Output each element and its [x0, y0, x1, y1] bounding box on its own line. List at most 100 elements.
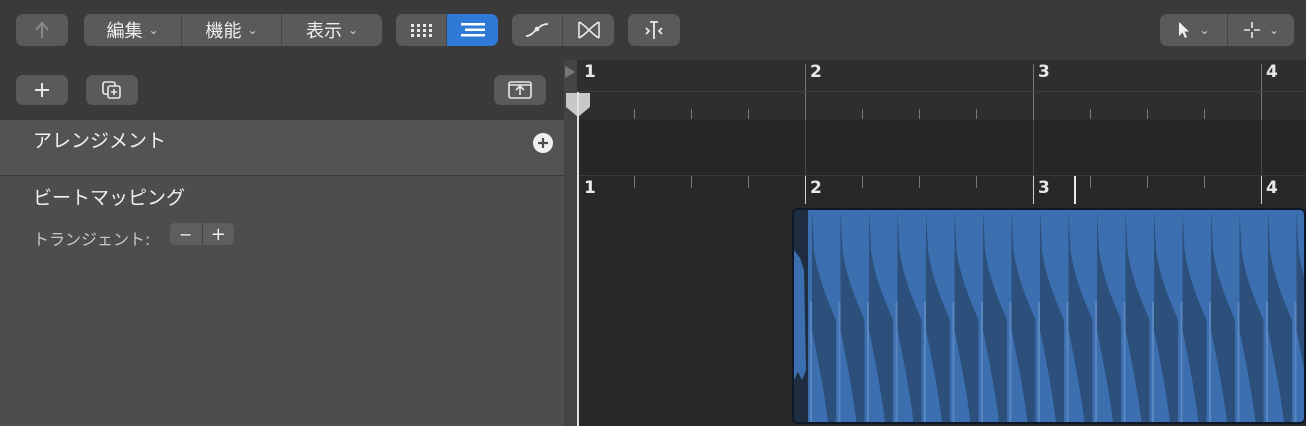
plus-icon	[538, 138, 548, 148]
functions-menu[interactable]: 機能 ⌄	[182, 14, 282, 46]
ruler-tick	[976, 109, 977, 119]
add-arrangement-button[interactable]	[533, 133, 553, 153]
transient-marker	[1152, 302, 1154, 422]
beat-marker[interactable]	[1074, 176, 1076, 204]
transient-marker	[1266, 302, 1268, 422]
beat-mapping-ruler[interactable]: 1 2 3 4	[577, 176, 1306, 206]
arrangement-track[interactable]	[577, 120, 1306, 176]
chevron-down-icon: ⌄	[1199, 23, 1210, 37]
beat-bar-4: 4	[1266, 178, 1278, 198]
collapse-button[interactable]	[494, 75, 546, 105]
transient-marker	[1180, 302, 1183, 422]
edit-menu-label: 編集	[106, 21, 143, 42]
ruler-tick	[691, 109, 692, 119]
beat-tick	[634, 176, 635, 188]
chevron-down-icon: ⌄	[148, 23, 159, 37]
track-header-panel: アレンジメント ビートマッピング トランジェント: − +	[0, 60, 564, 426]
transient-marker	[810, 302, 812, 422]
view-menu[interactable]: 表示 ⌄	[282, 14, 382, 46]
timeline-area[interactable]: 1 2 3 4 1 2 3 4	[566, 60, 1306, 426]
duplicate-button[interactable]	[86, 75, 138, 105]
ruler-bar-line	[805, 64, 806, 120]
beat-tick	[691, 176, 692, 188]
transient-marker	[895, 302, 898, 422]
add-button[interactable]	[16, 75, 68, 105]
beat-tick	[1147, 176, 1148, 188]
ruler-tick	[1147, 109, 1148, 119]
grid-view-icon	[411, 24, 432, 37]
back-arrow-icon	[35, 21, 49, 38]
plus-icon	[35, 83, 49, 97]
transient-marker	[1123, 302, 1126, 422]
toolbar: 編集 ⌄ 機能 ⌄ 表示 ⌄ ⌄ ⌄	[0, 0, 1306, 60]
duplicate-icon	[102, 81, 121, 99]
list-view-button[interactable]	[447, 14, 498, 46]
beat-tick	[976, 176, 977, 188]
edit-menu[interactable]: 編集 ⌄	[84, 14, 182, 46]
pointer-tool-icon	[1179, 22, 1190, 38]
arrangement-row: アレンジメント	[0, 120, 564, 176]
crossfade-icon	[577, 21, 600, 39]
beat-bar-2: 2	[810, 178, 822, 198]
curve-icon	[525, 23, 549, 37]
transient-marker	[1294, 302, 1297, 422]
snap-button[interactable]	[628, 14, 680, 46]
menu-group: 編集 ⌄ 機能 ⌄ 表示 ⌄	[84, 14, 382, 46]
beat-tick	[748, 176, 749, 188]
pointer-tool-button[interactable]: ⌄	[1160, 14, 1228, 46]
arrangement-bar-line	[1033, 120, 1034, 175]
waveform-lead	[794, 250, 806, 380]
audio-region[interactable]	[792, 208, 1306, 424]
beat-tick	[862, 176, 863, 188]
ruler-bar-3: 3	[1038, 62, 1050, 82]
ruler-tick	[1204, 109, 1205, 119]
functions-menu-label: 機能	[205, 21, 242, 42]
chevron-down-icon: ⌄	[1268, 23, 1280, 37]
transient-marker	[952, 302, 955, 422]
ruler-tick	[919, 109, 920, 119]
transient-marker	[981, 302, 983, 422]
ruler-bar-2: 2	[810, 62, 822, 82]
transient-marker	[1237, 302, 1240, 422]
transient-marker	[924, 302, 926, 422]
ruler-divider	[577, 91, 1306, 92]
transient-marker	[1066, 302, 1069, 422]
curve-tools	[512, 14, 614, 46]
ruler-bar-line	[1261, 64, 1262, 120]
transient-marker	[1038, 302, 1040, 422]
bar-ruler[interactable]: 1 2 3 4	[566, 60, 1306, 121]
view-toggle	[396, 14, 498, 46]
audio-waveform	[794, 210, 1304, 422]
panel-toolbar	[0, 60, 564, 120]
arrangement-bar-line	[805, 120, 806, 175]
ruler-tick	[1090, 109, 1091, 119]
beat-tick	[1204, 176, 1205, 188]
ruler-tick	[862, 109, 863, 119]
secondary-tool-button[interactable]: ⌄	[1228, 14, 1294, 46]
transient-marker	[1209, 302, 1211, 422]
tool-selector: ⌄ ⌄	[1160, 14, 1294, 46]
transient-decrease-button[interactable]: −	[170, 223, 203, 245]
beat-bar-line	[805, 176, 806, 204]
transient-marker	[838, 302, 841, 422]
ruler-tick	[748, 109, 749, 119]
grid-view-button[interactable]	[396, 14, 447, 46]
snap-icon	[645, 21, 663, 39]
ruler-bar-4: 4	[1266, 62, 1278, 82]
playhead[interactable]	[577, 92, 579, 426]
arrangement-bar-line	[1261, 120, 1262, 175]
plus-icon: +	[210, 223, 226, 245]
view-menu-label: 表示	[305, 21, 342, 42]
transient-stepper: − +	[170, 223, 234, 245]
curve-button[interactable]	[512, 14, 563, 46]
triangle-right-icon	[565, 66, 575, 78]
back-button[interactable]	[16, 14, 68, 46]
crossfade-button[interactable]	[563, 14, 614, 46]
beat-tick	[919, 176, 920, 188]
beat-bar-line	[1033, 176, 1034, 204]
minus-icon: −	[179, 224, 193, 244]
transient-increase-button[interactable]: +	[203, 223, 235, 245]
transient-marker	[867, 302, 869, 422]
beat-bar-3: 3	[1038, 178, 1050, 198]
transient-marker	[1009, 302, 1012, 422]
